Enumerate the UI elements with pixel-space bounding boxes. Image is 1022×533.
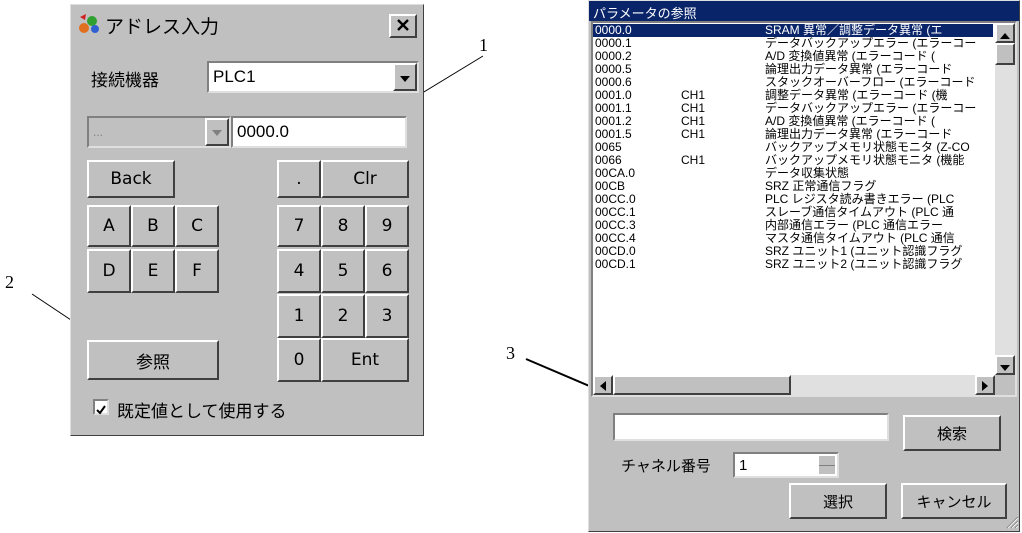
arrow-left-icon bbox=[600, 376, 606, 395]
scroll-right-button[interactable] bbox=[975, 375, 995, 395]
list-item-channel: CH1 bbox=[681, 127, 706, 141]
close-icon bbox=[397, 16, 409, 36]
default-checkbox[interactable] bbox=[93, 399, 109, 415]
search-button[interactable]: 検索 bbox=[903, 415, 1001, 451]
dialog-title: アドレス入力 bbox=[105, 16, 220, 38]
scroll-up-button[interactable] bbox=[995, 23, 1015, 43]
key-e-button[interactable]: E bbox=[131, 249, 175, 293]
key-6-button[interactable]: 6 bbox=[365, 249, 409, 293]
parameter-list-rows: 0000.0 SRAM 異常／調整データ異常 (エ 0000.1 データバックアップエ… bbox=[593, 23, 993, 373]
app-icon bbox=[77, 12, 101, 36]
key-d-button[interactable]: D bbox=[87, 249, 131, 293]
channel-label: チャネル番号 bbox=[621, 457, 711, 475]
vertical-scroll-thumb[interactable] bbox=[995, 43, 1015, 65]
chevron-down-icon bbox=[400, 67, 410, 87]
horizontal-scroll-thumb[interactable] bbox=[613, 375, 791, 395]
address-input-dialog: アドレス入力 接続機器 PLC1 ... 0000.0 Back A B C D… bbox=[70, 4, 424, 436]
title-bar: パラメータの参照 bbox=[589, 1, 1019, 22]
list-item[interactable]: 00CD.1 SRZ ユニット2 (ユニット認識フラグ bbox=[593, 258, 983, 271]
callout-1: 1 bbox=[479, 35, 488, 55]
device-type-dropdown[interactable] bbox=[205, 118, 229, 146]
default-checkbox-label: 既定値として使用する bbox=[117, 402, 287, 422]
device-select[interactable]: PLC1 bbox=[207, 61, 419, 93]
parameter-reference-dialog: パラメータの参照 0000.0 SRAM 異常／調整データ異常 (エ 0000.1 デ… bbox=[588, 0, 1020, 532]
callout-2: 2 bbox=[5, 272, 14, 292]
horizontal-scrollbar[interactable] bbox=[593, 375, 995, 395]
key-0-button[interactable]: 0 bbox=[277, 338, 321, 382]
key-2-button[interactable]: 2 bbox=[321, 294, 365, 338]
scroll-corner bbox=[995, 375, 1015, 395]
key-7-button[interactable]: 7 bbox=[277, 205, 321, 247]
select-button[interactable]: 選択 bbox=[789, 483, 887, 519]
device-label: 接続機器 bbox=[91, 71, 159, 91]
callout-3: 3 bbox=[506, 343, 515, 363]
back-button[interactable]: Back bbox=[87, 160, 175, 198]
search-input[interactable] bbox=[613, 413, 889, 441]
reference-button[interactable]: 参照 bbox=[87, 340, 219, 380]
spin-down-button[interactable] bbox=[819, 466, 835, 474]
clear-button[interactable]: Clr bbox=[321, 160, 409, 198]
checkmark-icon bbox=[95, 401, 107, 420]
scroll-left-button[interactable] bbox=[593, 375, 613, 395]
vertical-scrollbar[interactable] bbox=[995, 23, 1015, 375]
key-3-button[interactable]: 3 bbox=[365, 294, 409, 338]
arrow-down-icon bbox=[1000, 356, 1010, 375]
address-input[interactable]: 0000.0 bbox=[231, 116, 407, 148]
key-a-button[interactable]: A bbox=[87, 205, 131, 247]
close-button[interactable] bbox=[389, 14, 417, 38]
arrow-right-icon bbox=[982, 376, 988, 395]
key-f-button[interactable]: F bbox=[175, 249, 219, 293]
key-9-button[interactable]: 9 bbox=[365, 205, 409, 247]
key-5-button[interactable]: 5 bbox=[321, 249, 365, 293]
list-item-address: 00CD.1 bbox=[595, 257, 636, 271]
address-input-value: 0000.0 bbox=[237, 122, 289, 141]
resize-grip-icon[interactable] bbox=[1003, 513, 1019, 529]
cancel-button[interactable]: キャンセル bbox=[901, 483, 1007, 519]
key-4-button[interactable]: 4 bbox=[277, 249, 321, 293]
device-select-value: PLC1 bbox=[213, 67, 256, 86]
key-1-button[interactable]: 1 bbox=[277, 294, 321, 338]
channel-spinbox[interactable]: 1 bbox=[733, 452, 839, 478]
list-item-channel: CH1 bbox=[681, 153, 706, 167]
chevron-down-icon bbox=[212, 125, 222, 139]
key-dot-button[interactable]: . bbox=[277, 160, 321, 198]
dialog-title: パラメータの参照 bbox=[593, 7, 697, 22]
list-item-description: SRZ ユニット2 (ユニット認識フラグ bbox=[765, 257, 963, 271]
parameter-list[interactable]: 0000.0 SRAM 異常／調整データ異常 (エ 0000.1 データバックアップエ… bbox=[591, 21, 1017, 397]
scroll-down-button[interactable] bbox=[995, 355, 1015, 375]
device-type-select-value: ... bbox=[93, 125, 104, 139]
key-c-button[interactable]: C bbox=[175, 205, 219, 247]
spin-up-button[interactable] bbox=[819, 456, 835, 466]
arrow-up-icon bbox=[1000, 24, 1010, 43]
key-8-button[interactable]: 8 bbox=[321, 205, 365, 247]
channel-spinbox-value: 1 bbox=[739, 456, 748, 474]
key-b-button[interactable]: B bbox=[131, 205, 175, 247]
device-type-select[interactable]: ... bbox=[87, 116, 231, 148]
enter-button[interactable]: Ent bbox=[321, 338, 409, 382]
device-select-dropdown[interactable] bbox=[393, 63, 417, 91]
